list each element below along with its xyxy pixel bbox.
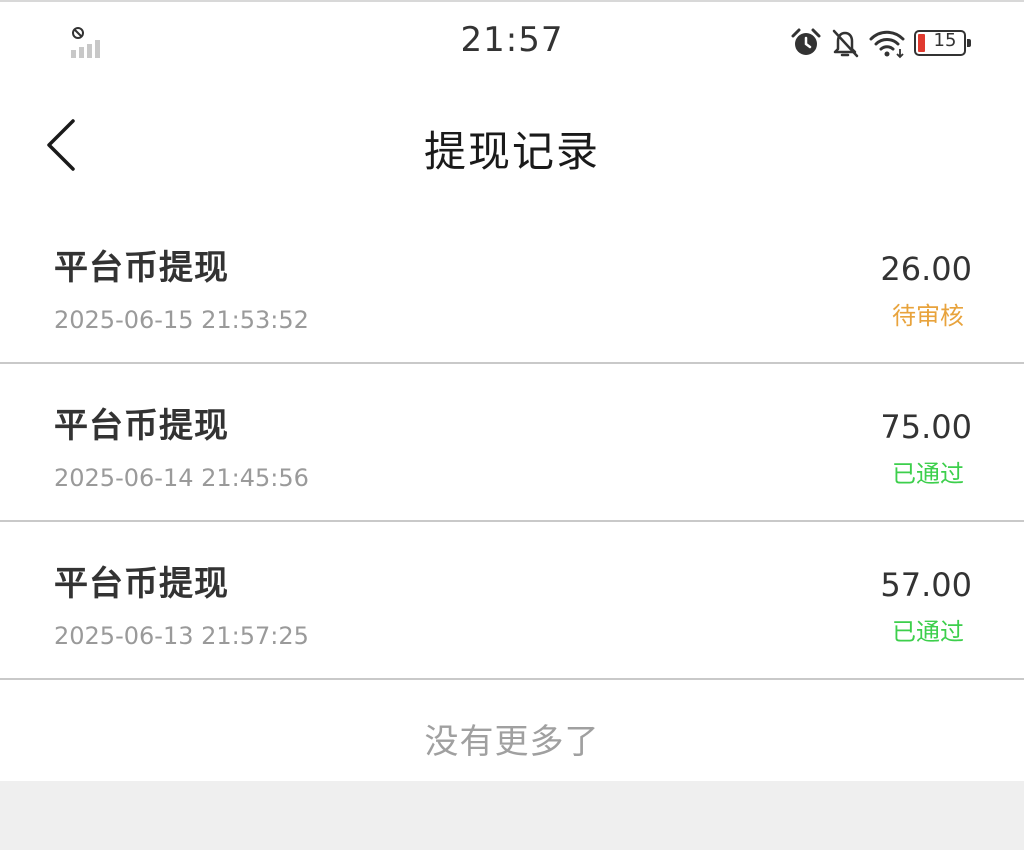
- record-time: 2025-06-14 21:45:56: [54, 464, 309, 492]
- nav-bar: 提现记录: [0, 84, 1024, 206]
- record-status: 已通过: [892, 618, 964, 646]
- screen: 21:57 15 提现记录 平台币提现 2025-06-15 21:53:52 …: [0, 0, 1024, 850]
- record-amount: 26.00: [880, 250, 972, 288]
- list-item[interactable]: 平台币提现 2025-06-15 21:53:52 26.00 待审核: [0, 206, 1024, 364]
- bell-off-icon: [832, 29, 859, 58]
- no-more-text: 没有更多了: [424, 722, 600, 762]
- alarm-icon: [791, 28, 821, 55]
- battery-icon: 15: [914, 30, 971, 56]
- record-title: 平台币提现: [54, 564, 229, 604]
- record-amount: 75.00: [880, 408, 972, 446]
- wifi-icon: [869, 30, 905, 59]
- record-time: 2025-06-15 21:53:52: [54, 306, 309, 334]
- record-amount: 57.00: [880, 566, 972, 604]
- battery-level: 15: [933, 30, 957, 51]
- record-title: 平台币提现: [54, 406, 229, 446]
- withdrawal-record-list: 平台币提现 2025-06-15 21:53:52 26.00 待审核 平台币提…: [0, 206, 1024, 680]
- record-time: 2025-06-13 21:57:25: [54, 622, 309, 650]
- record-status: 已通过: [892, 460, 964, 488]
- page-title: 提现记录: [423, 127, 600, 176]
- record-status: 待审核: [892, 302, 964, 330]
- list-item[interactable]: 平台币提现 2025-06-14 21:45:56 75.00 已通过: [0, 364, 1024, 522]
- list-item[interactable]: 平台币提现 2025-06-13 21:57:25 57.00 已通过: [0, 522, 1024, 680]
- record-title: 平台币提现: [54, 248, 229, 288]
- status-bar: 21:57 15: [0, 2, 1024, 84]
- battery-fill: [918, 34, 925, 52]
- status-icons: 15: [790, 26, 971, 60]
- content-area: 21:57 15 提现记录 平台币提现 2025-06-15 21:53:52 …: [0, 0, 1024, 781]
